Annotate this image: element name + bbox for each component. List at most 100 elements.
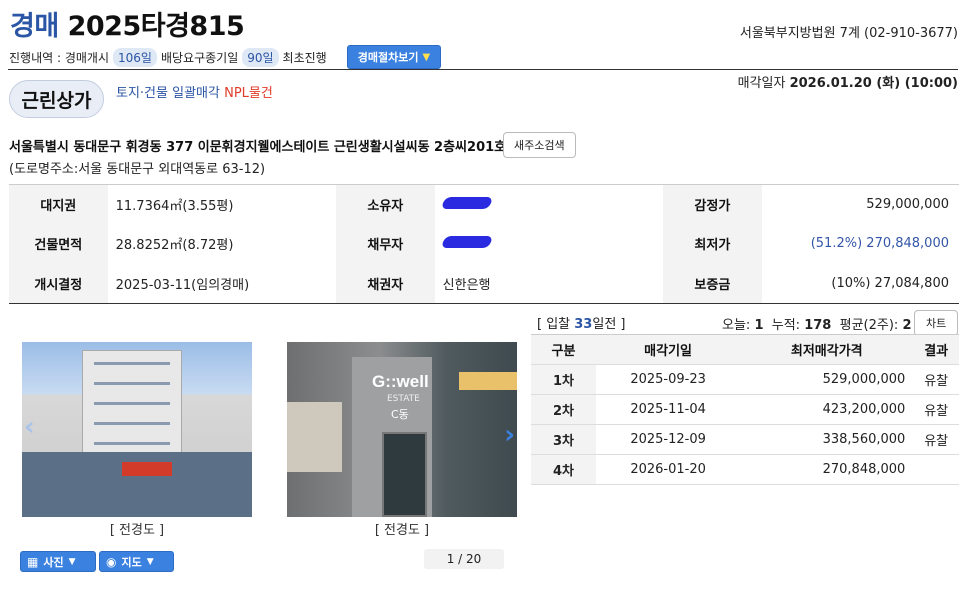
store-sign (122, 462, 172, 476)
round-result: 유찰 (913, 394, 959, 425)
court-info: 서울북부지방법원 7계 (02-910-3677) (739, 26, 958, 41)
property-address: 서울특별시 동대문구 휘경동 377 이문휘경지웰에스테이트 근린생활시설씨동 … (9, 140, 507, 155)
title-keyword: 경매 (10, 11, 59, 42)
npl-tag[interactable]: NPL물건 (224, 86, 273, 101)
photo-button[interactable]: ▦ 사진 ▼ (20, 551, 96, 572)
window-strip (94, 442, 170, 445)
info-label: 보증금 (663, 263, 762, 304)
window-strip (94, 362, 170, 365)
info-label: 채권자 (336, 263, 435, 304)
today-label: 오늘: (722, 318, 751, 333)
total-count: 178 (804, 318, 832, 333)
round-price: 529,000,000 (740, 364, 914, 395)
days-badge-dividend: 90일 (242, 47, 279, 67)
round-result: 유찰 (913, 424, 959, 455)
window-strip (94, 402, 170, 405)
deposit-value: (10%) 27,084,800 (831, 275, 949, 291)
property-info-table: 대지권 11.7364㎡(3.55평) 소유자 감정가 529,000,000 … (9, 184, 959, 304)
photo-pager: 1 / 20 (424, 549, 504, 569)
photo-caption-1: [ 전경도 ] (109, 523, 165, 538)
progress-label-3: 최초진행 (282, 50, 327, 65)
round-price: 423,200,000 (740, 394, 914, 425)
table-row: 개시결정 2025-03-11(임의경매) 채권자 신한은행 보증금 (10%)… (9, 263, 959, 304)
chevron-right-icon[interactable]: › (504, 420, 515, 450)
map-button-label: 지도 (121, 555, 142, 569)
map-pin-icon: ◉ (106, 554, 117, 569)
redaction-mark (440, 196, 493, 209)
round-price: 270,848,000 (740, 454, 914, 485)
sale-type-tag: 토지·건물 일괄매각 (116, 86, 220, 101)
round-label: 2차 (531, 394, 596, 425)
debtor-redacted (435, 224, 663, 264)
timeline-button[interactable]: 경매절차보기 ▼ (346, 45, 442, 69)
map-button[interactable]: ◉ 지도 ▼ (99, 551, 174, 572)
info-label: 최저가 (663, 224, 762, 264)
new-address-search-button[interactable]: 새주소검색 (503, 132, 576, 158)
grid-icon: ▦ (27, 554, 39, 569)
round-date: 2025-11-04 (596, 394, 741, 425)
exterior-photo-2[interactable]: G::well ESTATE C동 › (287, 342, 517, 517)
auction-rounds-table: 구분 매각기일 최저매각가격 결과 1차 2025-09-23 529,000,… (531, 334, 959, 485)
avg-label: 평균(2주): (839, 318, 899, 333)
appraisal-value: 529,000,000 (866, 197, 949, 213)
table-row: 건물면적 28.8252㎡(8.72평) 채무자 최저가 (51.2%) 270… (9, 224, 959, 264)
window-strip (94, 422, 170, 425)
round-result (913, 454, 959, 485)
table-row: 대지권 11.7364㎡(3.55평) 소유자 감정가 529,000,000 (9, 184, 959, 225)
bid-countdown: [ 입찰 33일전 ] (537, 313, 625, 332)
progress-label: 진행내역 : 경매개시 (9, 50, 109, 65)
timeline-button-label: 경매절차보기 (357, 51, 419, 64)
round-price: 338,560,000 (740, 424, 914, 455)
bid-suffix: 일전 ] (592, 317, 626, 332)
info-value: 11.7364㎡(3.55평) (115, 199, 234, 215)
column-header: 매각기일 (596, 334, 741, 365)
info-label: 건물면적 (9, 224, 108, 264)
triangle-down-icon: ▼ (422, 51, 431, 63)
round-date: 2026-01-20 (596, 454, 741, 485)
sign-sub: ESTATE (387, 394, 420, 404)
redaction-mark (440, 235, 493, 248)
info-value: 2025-03-11(임의경매) (115, 277, 250, 293)
triangle-down-icon: ▼ (146, 556, 154, 567)
owner-redacted (435, 185, 663, 225)
photo-caption-2: [ 전경도 ] (374, 523, 430, 538)
sign-logo: G::well (372, 372, 429, 391)
store-sign-right (459, 372, 517, 390)
round-label: 4차 (531, 454, 596, 485)
column-header: 결과 (913, 334, 959, 365)
road-address: (도로명주소:서울 동대문구 외대역동로 63-12) (9, 162, 266, 177)
doorway (382, 432, 427, 517)
round-result: 유찰 (913, 364, 959, 395)
chevron-left-icon[interactable]: ‹ (24, 412, 35, 442)
sale-date-value: 2026.01.20 (화) (10:00) (789, 76, 958, 91)
property-tags: 토지·건물 일괄매각 NPL물건 (116, 82, 273, 101)
avg-count: 2 (902, 318, 912, 333)
view-stats: 오늘: 1 누적: 178 평균(2주): 2 (722, 314, 912, 333)
table-header-row: 구분 매각기일 최저매각가격 결과 (531, 334, 959, 365)
photo-button-label: 사진 (43, 555, 64, 569)
info-label: 개시결정 (9, 263, 108, 304)
info-label: 소유자 (336, 184, 435, 225)
sale-date-label: 매각일자 (737, 76, 786, 91)
table-row: 1차 2025-09-23 529,000,000 유찰 (531, 364, 959, 395)
column-header: 최저매각가격 (740, 334, 914, 365)
exterior-photo-1[interactable]: ‹ (22, 342, 252, 517)
divider (8, 69, 958, 70)
table-row: 3차 2025-12-09 338,560,000 유찰 (531, 424, 959, 455)
round-label: 1차 (531, 364, 596, 395)
table-row: 2차 2025-11-04 423,200,000 유찰 (531, 394, 959, 425)
triangle-down-icon: ▼ (68, 556, 76, 567)
sale-date: 매각일자 2026.01.20 (화) (10:00) (738, 72, 958, 91)
creditor-value: 신한은행 (442, 277, 491, 293)
info-label: 감정가 (663, 184, 762, 225)
property-type-badge: 근린상가 (9, 80, 104, 118)
today-count: 1 (754, 318, 764, 333)
window-strip (94, 382, 170, 385)
round-date: 2025-09-23 (596, 364, 741, 395)
info-label: 대지권 (9, 184, 108, 225)
poster-left (287, 402, 342, 472)
chart-button[interactable]: 차트 (914, 310, 959, 336)
column-header: 구분 (531, 334, 596, 365)
round-date: 2025-12-09 (596, 424, 741, 455)
round-label: 3차 (531, 424, 596, 455)
